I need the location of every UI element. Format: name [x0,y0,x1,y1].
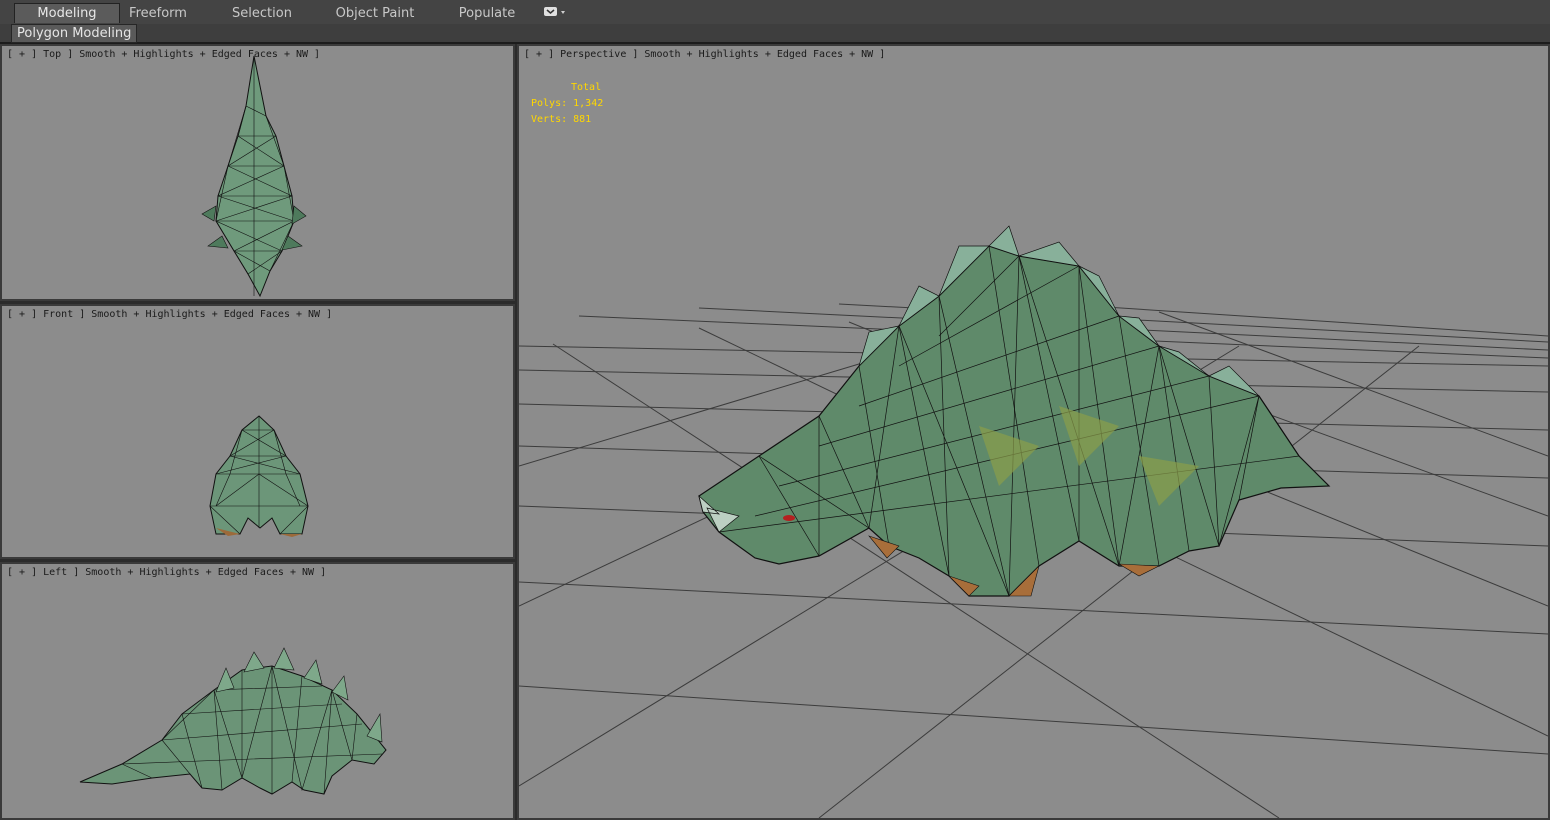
left-view-model [79,647,387,795]
front-view-model [209,415,309,537]
viewport-left[interactable]: [ + ] Left ] Smooth + Highlights + Edged… [0,562,515,820]
tab-freeform[interactable]: Freeform [112,4,204,23]
viewport-top[interactable]: [ + ] Top ] Smooth + Highlights + Edged … [0,44,515,301]
tab-modeling[interactable]: Modeling [14,3,120,23]
tab-selection[interactable]: Selection [216,4,308,23]
polygon-modeling-button[interactable]: Polygon Modeling [11,24,138,43]
perspective-scene [519,225,1548,818]
tab-object-paint[interactable]: Object Paint [326,4,424,23]
ribbon-options-button[interactable] [543,6,567,18]
viewport-perspective[interactable]: [ + ] Perspective ] Smooth + Highlights … [517,44,1550,820]
tab-populate[interactable]: Populate [444,4,530,23]
viewport-front[interactable]: [ + ] Front ] Smooth + Highlights + Edge… [0,304,515,559]
ribbon-panel-bar: Polygon Modeling [0,24,1550,44]
ribbon-tab-bar: Modeling Freeform Selection Object Paint… [0,0,1550,25]
dropdown-icon [544,7,565,16]
top-view-model [201,55,307,298]
